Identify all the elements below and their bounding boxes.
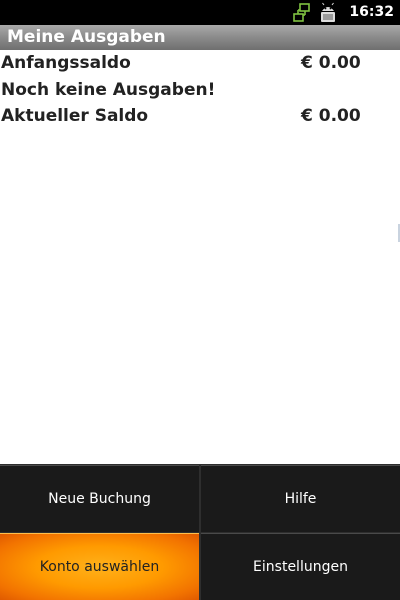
empty-expenses-row: Noch keine Ausgaben! (0, 77, 400, 103)
menu-item-new-booking[interactable]: Neue Buchung (0, 465, 199, 532)
title-bar: Meine Ausgaben (0, 25, 400, 50)
start-balance-row: Anfangssaldo € 0.00 (0, 50, 400, 76)
menu-item-label: Neue Buchung (48, 491, 151, 507)
android-usb-icon (317, 2, 339, 24)
network-sync-icon (291, 2, 313, 24)
current-balance-label: Aktueller Saldo (1, 106, 149, 126)
start-balance-value: € 0.00 (301, 53, 361, 73)
status-bar: 16:32 (0, 0, 400, 25)
current-balance-row: Aktueller Saldo € 0.00 (0, 103, 400, 129)
app-title: Meine Ausgaben (7, 27, 166, 47)
status-time: 16:32 (349, 4, 394, 20)
menu-item-help[interactable]: Hilfe (201, 465, 400, 532)
menu-item-label: Einstellungen (253, 559, 348, 575)
options-menu: Neue Buchung Hilfe Konto auswählen Einst… (0, 464, 400, 600)
menu-item-select-account[interactable]: Konto auswählen (0, 533, 199, 600)
empty-expenses-message: Noch keine Ausgaben! (1, 80, 216, 100)
menu-item-label: Hilfe (284, 491, 317, 507)
status-icons: 16:32 (291, 0, 400, 25)
menu-item-label: Konto auswählen (39, 559, 160, 575)
current-balance-value: € 0.00 (301, 106, 361, 126)
start-balance-label: Anfangssaldo (1, 53, 131, 73)
menu-item-settings[interactable]: Einstellungen (201, 533, 400, 600)
app-screen: 16:32 Meine Ausgaben Anfangssaldo € 0.00… (0, 0, 400, 600)
